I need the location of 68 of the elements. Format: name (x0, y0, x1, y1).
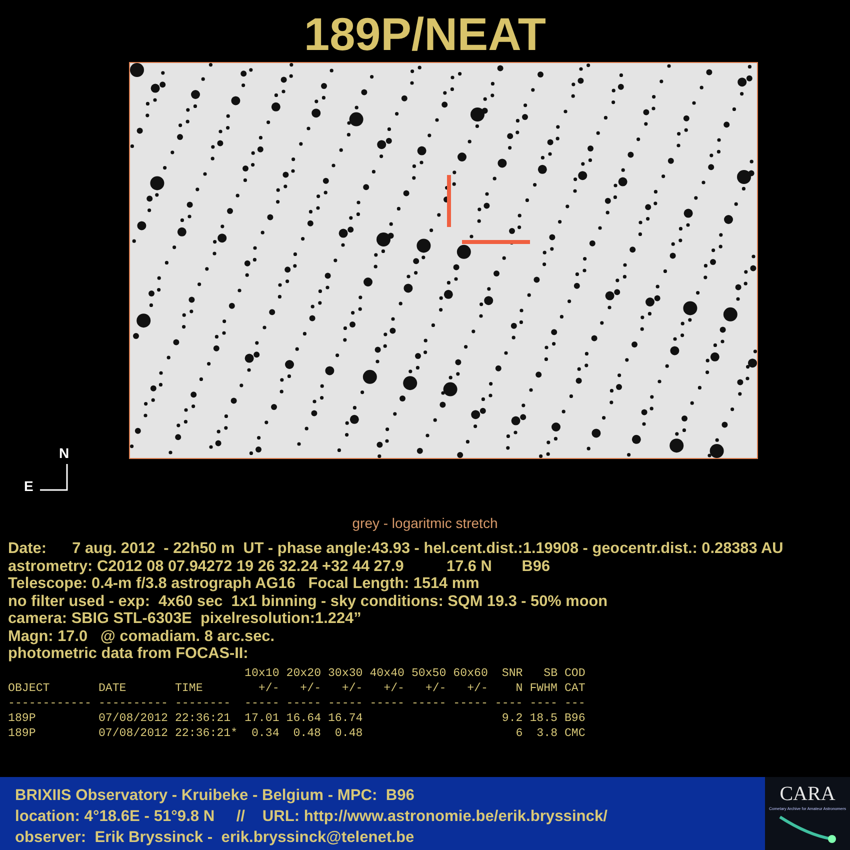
table-cell: 07/08/2012 (98, 726, 168, 740)
table-cell: 07/08/2012 (98, 710, 168, 726)
column-header: DATE (98, 680, 126, 696)
column-rule: ----- (328, 696, 363, 710)
table-cell: 189P (8, 710, 36, 726)
column-rule: ----- (370, 696, 404, 710)
column-header: OBJECT (8, 680, 50, 696)
footer-line: BRIXIIS Observatory - Kruibeke - Belgium - MPC: B96 (15, 786, 414, 806)
column-rule: ----- (286, 696, 322, 710)
column-header: +/- (300, 680, 322, 696)
info-line: camera: SBIG STL-6303E pixelresolution:1.224” (8, 610, 362, 628)
column-header: 40x40 (370, 666, 404, 680)
column-header: COD (564, 666, 586, 680)
column-header: FWHM (530, 680, 558, 696)
column-header: +/- (425, 680, 446, 696)
table-cell: 9.2 (502, 710, 523, 726)
column-header: TIME (174, 680, 203, 696)
table-cell: 22:36:21* (174, 726, 238, 740)
table-cell: 16.74 (328, 710, 363, 726)
column-header: +/- (342, 680, 363, 696)
column-rule: ---------- (98, 696, 168, 710)
column-header: +/- (258, 680, 280, 696)
table-cell: 189P (8, 726, 36, 740)
column-rule: ----- (411, 696, 446, 710)
table-cell: 22:36:21 (174, 710, 231, 726)
column-header: N (516, 680, 523, 696)
column-header: +/- (384, 680, 404, 696)
footer-line: location: 4°18.6E - 51°9.8 N // URL: http://www.astronomie.be/erik.bryssinck/ (15, 807, 608, 827)
east-label: E (24, 478, 34, 494)
table-cell: CMC (564, 726, 586, 740)
column-rule: ------------ (8, 696, 92, 710)
info-line: Telescope: 0.4-m f/3.8 astrograph AG16 Focal Length: 1514 mm (8, 575, 480, 592)
table-cell: B96 (564, 710, 586, 726)
table-cell: 3.8 (536, 726, 558, 740)
info-line: astrometry: C2012 08 07.94272 19 26 32.24 +32 44 27.9 17.6 N B96 (8, 558, 550, 575)
column-header: 60x60 (453, 666, 488, 680)
info-line: Magn: 17.0 @ comadiam. 8 arc.sec. (8, 628, 275, 645)
column-header: 30x30 (328, 666, 363, 680)
column-header: SNR (502, 666, 523, 680)
column-header: 20x20 (286, 666, 322, 680)
comet-title: 189P/NEAT (304, 8, 546, 60)
info-line: photometric data from FOCAS-II: (8, 645, 248, 662)
comet-icon (778, 815, 838, 845)
north-label: N (59, 445, 70, 461)
info-line: Date: 7 aug. 2012 - 22h50 m UT - phase angle:43.93 - hel.cent.dist.:1.19908 - geocentr.dist.: 0.28383 AU (8, 540, 784, 558)
column-header: 10x10 (244, 666, 280, 680)
column-rule: -------- (174, 696, 231, 710)
table-cell: 16.64 (286, 710, 322, 726)
column-rule: ---- (494, 696, 523, 710)
column-header: 50x50 (411, 666, 446, 680)
image-caption: grey - logaritmic stretch (352, 515, 498, 531)
column-header: SB (544, 666, 558, 680)
table-cell: 17.01 (244, 710, 280, 726)
table-cell: 0.48 (293, 726, 322, 740)
compass-lines-icon (40, 464, 68, 491)
table-cell: 18.5 (530, 710, 558, 726)
footer-line: observer: Erik Bryssinck - erik.bryssinck@telenet.be (15, 828, 414, 848)
column-header: CAT (564, 680, 586, 696)
table-cell: 0.34 (251, 726, 280, 740)
column-rule: ----- (453, 696, 488, 710)
column-rule: ---- (530, 696, 558, 710)
table-cell: 0.48 (334, 726, 363, 740)
table-cell: 6 (516, 726, 523, 740)
column-header: +/- (467, 680, 488, 696)
column-rule: --- (564, 696, 586, 710)
logo-name: CARA (780, 783, 836, 806)
column-rule: ----- (244, 696, 280, 710)
info-line: no filter used - exp: 4x60 sec 1x1 binning - sky conditions: SQM 19.3 - 50% moon (8, 592, 608, 610)
